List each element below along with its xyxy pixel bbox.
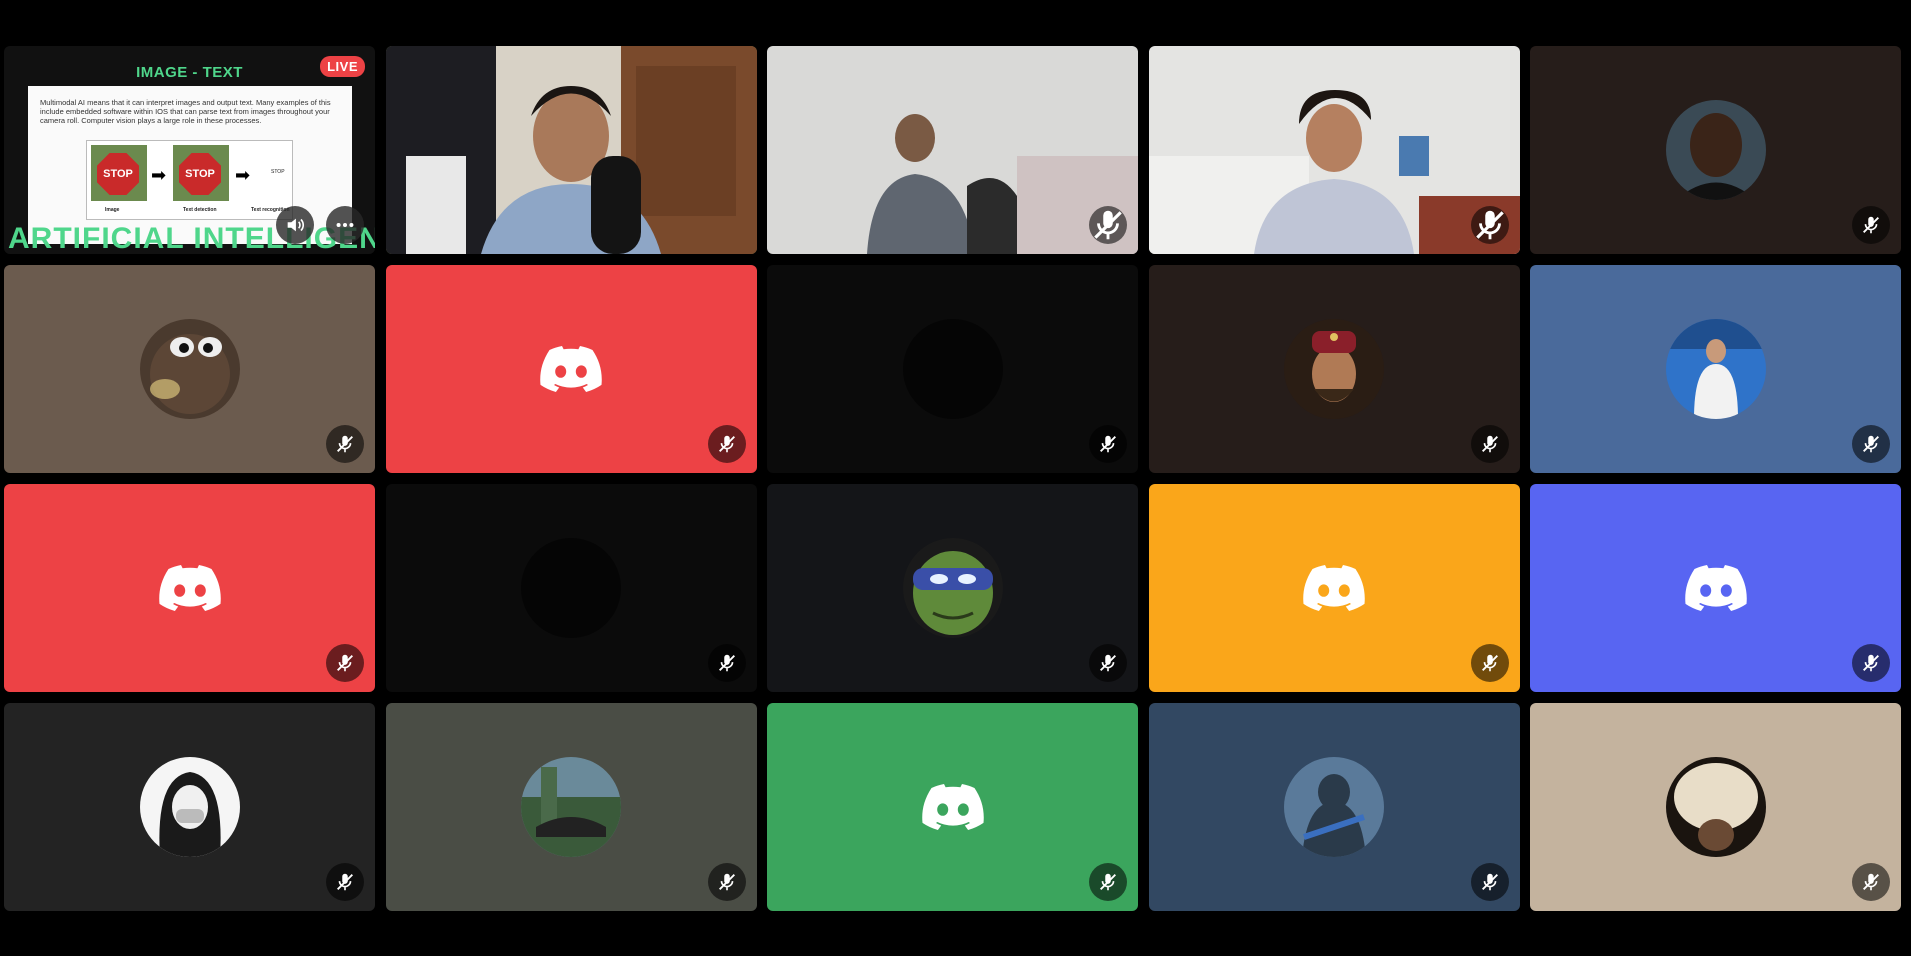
tile-discord-default[interactable] bbox=[4, 484, 375, 692]
avatar bbox=[902, 538, 1003, 638]
video-feed bbox=[385, 46, 757, 254]
mute-indicator bbox=[1089, 863, 1127, 901]
discord-logo-icon bbox=[540, 346, 602, 392]
tile-avatar-participant[interactable] bbox=[1530, 265, 1901, 473]
mute-indicator bbox=[707, 425, 746, 463]
avatar bbox=[902, 319, 1003, 419]
stop-image: STOP bbox=[91, 145, 147, 201]
mic-muted-icon bbox=[718, 435, 735, 453]
mic-muted-icon bbox=[337, 873, 353, 891]
tile-avatar-participant[interactable] bbox=[385, 484, 757, 692]
tile-avatar-participant[interactable] bbox=[767, 484, 1138, 692]
mic-muted-icon bbox=[1094, 210, 1122, 240]
mic-muted-icon bbox=[1863, 216, 1879, 234]
arrow-icon: ➡ bbox=[151, 165, 167, 185]
mute-indicator bbox=[707, 644, 746, 682]
mic-muted-icon bbox=[1863, 435, 1879, 453]
tile-video-participant[interactable] bbox=[1148, 46, 1520, 254]
mic-muted-icon bbox=[718, 654, 735, 672]
tile-screen-share[interactable]: Multimodal AI means that it can interpre… bbox=[4, 46, 375, 254]
tile-avatar-participant[interactable] bbox=[1530, 703, 1901, 911]
mute-indicator bbox=[1470, 206, 1509, 244]
avatar bbox=[139, 319, 240, 419]
tile-discord-default[interactable] bbox=[1530, 484, 1901, 692]
avatar bbox=[1665, 319, 1766, 419]
arrow-icon: ➡ bbox=[235, 165, 251, 185]
participant-grid: Multimodal AI means that it can interpre… bbox=[4, 46, 1901, 911]
mute-indicator bbox=[1852, 425, 1890, 463]
avatar bbox=[1665, 100, 1766, 200]
recognized-text: STOP bbox=[271, 169, 285, 175]
mute-indicator bbox=[1852, 644, 1890, 682]
stop-sign: STOP bbox=[97, 153, 139, 195]
mute-indicator bbox=[1852, 863, 1890, 901]
caption-detection: Text detection bbox=[183, 207, 217, 213]
video-feed bbox=[767, 46, 1138, 254]
mute-indicator bbox=[1852, 206, 1890, 244]
avatar bbox=[1284, 757, 1384, 857]
tile-avatar-participant[interactable] bbox=[4, 265, 375, 473]
tile-discord-default[interactable] bbox=[1148, 484, 1520, 692]
mic-muted-icon bbox=[1863, 873, 1879, 891]
caption-image: Image bbox=[105, 207, 120, 213]
discord-logo-icon bbox=[1684, 565, 1747, 611]
avatar bbox=[521, 538, 621, 638]
avatar bbox=[1665, 757, 1766, 857]
mic-muted-icon bbox=[337, 654, 353, 672]
mute-indicator bbox=[1089, 206, 1127, 244]
mute-indicator bbox=[1470, 425, 1509, 463]
mic-muted-icon bbox=[337, 435, 353, 453]
tile-video-speaker[interactable] bbox=[385, 46, 757, 254]
live-badge: LIVE bbox=[320, 56, 365, 77]
avatar bbox=[1284, 319, 1384, 419]
mic-muted-icon bbox=[1475, 210, 1504, 240]
mic-muted-icon bbox=[1863, 654, 1879, 672]
more-options-button[interactable] bbox=[326, 206, 364, 244]
mic-muted-icon bbox=[1100, 435, 1116, 453]
avatar bbox=[139, 757, 240, 857]
mic-muted-icon bbox=[1100, 654, 1116, 672]
mute-indicator bbox=[1089, 644, 1127, 682]
discord-logo-icon bbox=[158, 565, 221, 611]
mute-indicator bbox=[326, 863, 364, 901]
slide-banner: ARTIFICIAL INTELLIGENCE (AI) bbox=[8, 222, 375, 254]
mute-indicator bbox=[1470, 644, 1509, 682]
tile-avatar-participant[interactable] bbox=[1148, 703, 1520, 911]
mute-indicator bbox=[1470, 863, 1509, 901]
tile-discord-default[interactable] bbox=[385, 265, 757, 473]
mic-muted-icon bbox=[1481, 654, 1498, 672]
mute-indicator bbox=[326, 644, 364, 682]
speaker-icon bbox=[287, 218, 305, 232]
mute-indicator bbox=[326, 425, 364, 463]
stop-image-detected: STOP bbox=[173, 145, 229, 201]
mic-muted-icon bbox=[1100, 873, 1116, 891]
video-feed bbox=[1148, 46, 1520, 254]
stop-sign-figure: STOP ➡ STOP ➡ STOP Image Text detection … bbox=[86, 140, 293, 220]
tile-avatar-participant[interactable] bbox=[1148, 265, 1520, 473]
discord-logo-icon bbox=[1303, 565, 1365, 611]
tile-avatar-participant[interactable] bbox=[4, 703, 375, 911]
volume-button[interactable] bbox=[276, 206, 314, 244]
more-icon bbox=[336, 222, 354, 228]
slide-body: Multimodal AI means that it can interpre… bbox=[40, 98, 331, 125]
mute-indicator bbox=[707, 863, 746, 901]
mic-muted-icon bbox=[1481, 435, 1498, 453]
tile-video-participant[interactable] bbox=[767, 46, 1138, 254]
tile-avatar-participant[interactable] bbox=[767, 265, 1138, 473]
stop-sign: STOP bbox=[179, 153, 221, 195]
tile-avatar-participant[interactable] bbox=[1530, 46, 1901, 254]
discord-logo-icon bbox=[921, 784, 984, 830]
tile-discord-default[interactable] bbox=[767, 703, 1138, 911]
mic-muted-icon bbox=[718, 873, 735, 891]
mic-muted-icon bbox=[1481, 873, 1498, 891]
mute-indicator bbox=[1089, 425, 1127, 463]
tile-avatar-participant[interactable] bbox=[385, 703, 757, 911]
avatar bbox=[521, 757, 621, 857]
